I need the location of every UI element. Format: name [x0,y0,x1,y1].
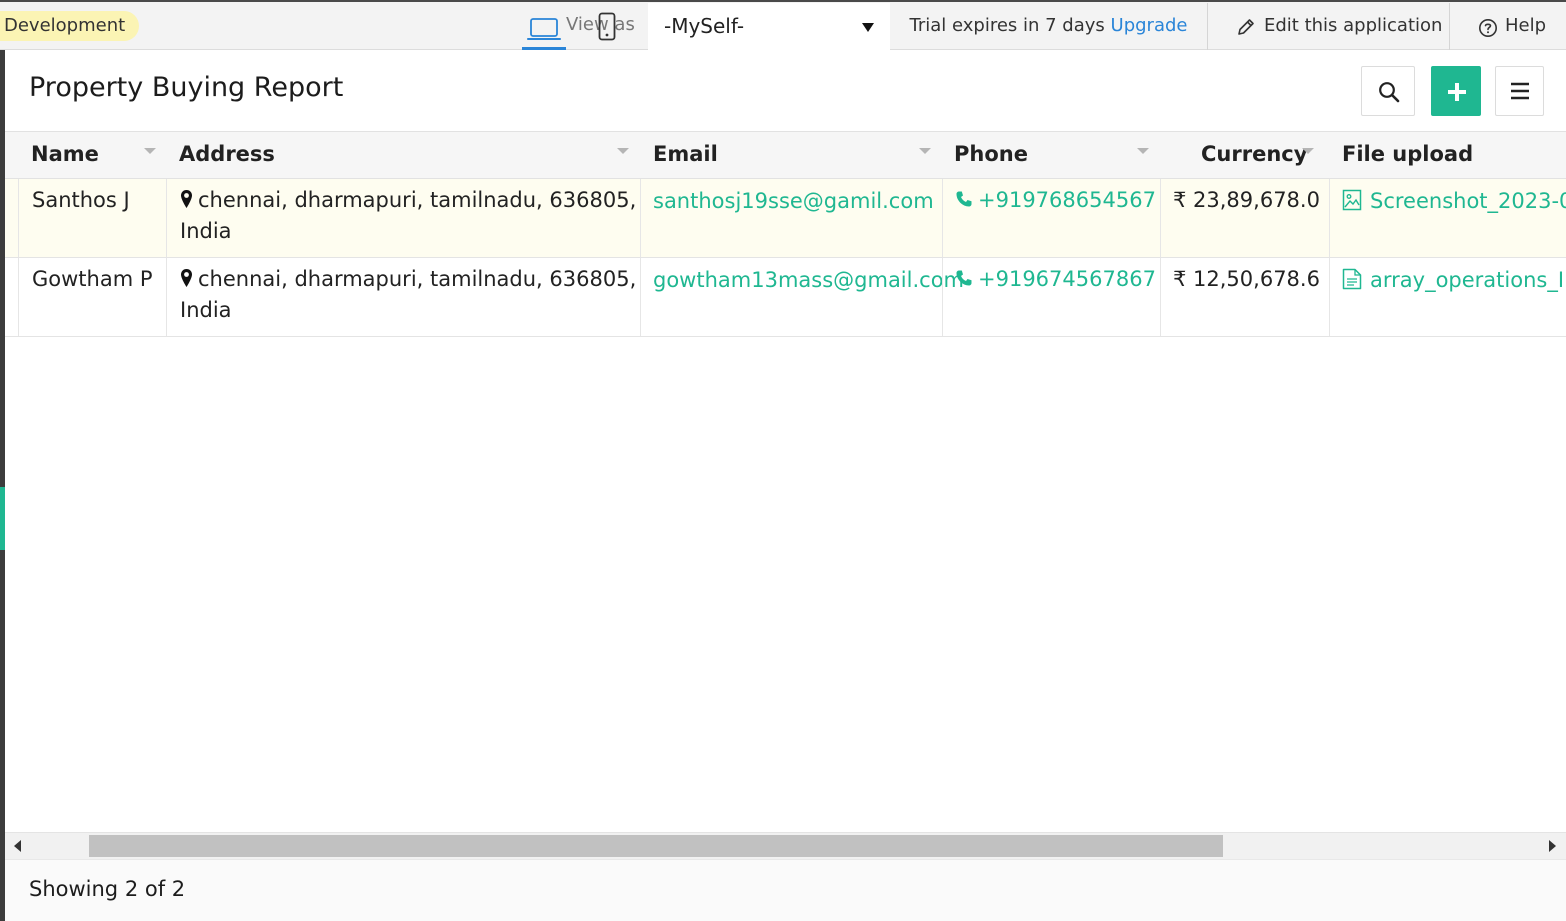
cell-email: santhosj19sse@gamil.com [640,179,942,257]
help-button[interactable]: Help [1450,3,1566,50]
table-row[interactable]: Santhos J chennai, dharmapuri, tamilnadu… [5,179,1566,258]
map-pin-icon [181,190,192,208]
mobile-icon[interactable] [598,12,616,46]
edit-application-label: Edit this application [1264,15,1443,36]
column-header-label: File upload [1342,142,1474,166]
cell-file-upload: Screenshot_2023-04 [1329,179,1566,257]
page-title: Property Buying Report [29,72,344,103]
cell-phone: +919674567867 [942,258,1160,336]
cell-address: chennai, dharmapuri, tamilnadu, 636805, … [166,258,640,336]
scroll-right-arrow-icon[interactable] [1549,840,1556,852]
hamburger-menu-icon [1511,82,1529,100]
cell-address: chennai, dharmapuri, tamilnadu, 636805, … [166,179,640,257]
email-link[interactable]: santhosj19sse@gamil.com [653,189,934,213]
phone-link[interactable]: +919768654567 [978,188,1156,212]
phone-link[interactable]: +919674567867 [978,267,1156,291]
table-row[interactable]: Gowtham P chennai, dharmapuri, tamilnadu… [5,258,1566,337]
scroll-left-arrow-icon[interactable] [14,840,21,852]
record-count: Showing 2 of 2 [29,877,186,901]
column-header-file-upload[interactable]: File upload [1342,132,1473,178]
column-header-label: Email [653,142,718,166]
column-header-email[interactable]: Email [653,132,718,178]
cell-email: gowtham13mass@gmail.com [640,258,964,336]
chevron-down-icon [862,23,874,32]
trial-text: Trial expires in 7 days [909,15,1105,36]
address-text: chennai, dharmapuri, tamilnadu, 636805, … [180,267,637,322]
help-label: Help [1505,15,1547,36]
email-link[interactable]: gowtham13mass@gmail.com [653,268,964,292]
file-link[interactable]: Screenshot_2023-04 [1370,189,1566,213]
map-pin-icon [181,269,192,287]
sort-arrow-icon[interactable] [144,148,156,154]
scrollbar-thumb[interactable] [89,835,1223,857]
phone-icon [956,270,972,286]
column-header-label: Name [31,142,99,166]
column-header-currency[interactable]: Currency [1201,132,1307,178]
column-header-label: Address [179,142,275,166]
column-header-phone[interactable]: Phone [954,132,1028,178]
search-button[interactable] [1361,66,1415,116]
horizontal-scrollbar[interactable] [5,832,1566,859]
sort-arrow-icon[interactable] [919,148,931,154]
environment-badge[interactable]: Development [0,11,140,41]
column-header-address[interactable]: Address [179,132,275,178]
image-file-icon [1342,189,1362,211]
sort-arrow-icon[interactable] [1302,148,1314,154]
column-header-label: Currency [1201,142,1308,166]
cell-currency: ₹ 12,50,678.6 [1160,258,1329,336]
plus-icon [1448,83,1466,101]
address-text: chennai, dharmapuri, tamilnadu, 636805, … [180,188,637,243]
report-header: Property Buying Report [5,51,1566,131]
view-as-user-select[interactable]: -MySelf- [648,3,890,50]
upgrade-link[interactable]: Upgrade [1111,15,1188,36]
left-strip-active-indicator [0,487,5,550]
sort-arrow-icon[interactable] [617,148,629,154]
cell-phone: +919768654567 [942,179,1160,257]
column-header-label: Phone [954,142,1028,166]
add-record-button[interactable] [1431,66,1481,116]
file-link[interactable]: array_operations_IN [1370,268,1566,292]
top-bar: Development View as -MySelf- Trial expir… [0,0,1566,50]
column-header-name[interactable]: Name [31,132,99,178]
trial-notice: Trial expires in 7 days Upgrade [890,3,1208,50]
menu-button[interactable] [1495,66,1544,116]
selected-user: -MySelf- [664,14,745,38]
cell-name: Santhos J [18,179,166,257]
pencil-icon [1238,19,1254,35]
edit-application-button[interactable]: Edit this application [1208,3,1450,50]
cell-currency: ₹ 23,89,678.0 [1160,179,1329,257]
search-icon [1379,82,1400,103]
phone-icon [956,191,972,207]
view-as-group: View as [522,10,642,50]
table-header: Name Address Email Phone Currency File u… [5,131,1566,179]
table-footer: Showing 2 of 2 [5,859,1566,921]
cell-name: Gowtham P [18,258,166,336]
cell-file-upload: array_operations_IN [1329,258,1566,336]
laptop-icon[interactable] [522,14,566,50]
document-file-icon [1342,268,1362,290]
sort-arrow-icon[interactable] [1137,148,1149,154]
question-circle-icon [1479,19,1497,37]
